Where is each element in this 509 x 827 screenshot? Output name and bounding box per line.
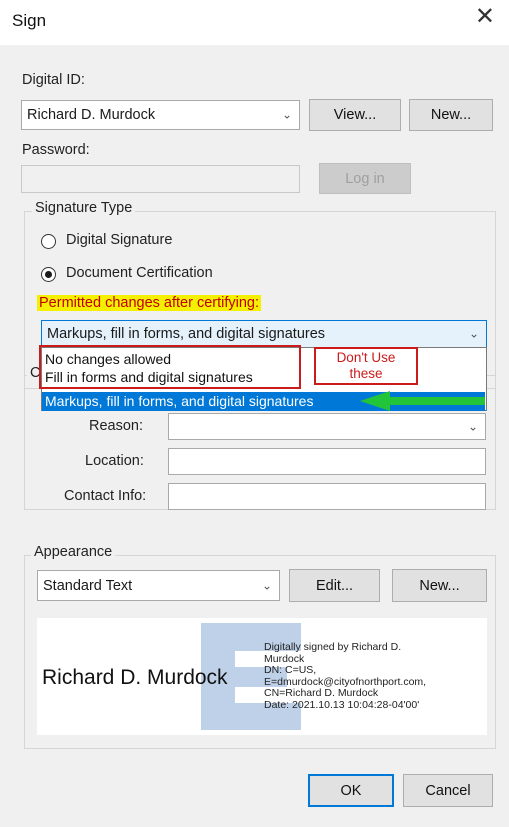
digital-id-selected: Richard D. Murdock <box>27 107 156 123</box>
document-certification-radio[interactable] <box>41 267 56 282</box>
new-appearance-button[interactable]: New... <box>392 569 487 602</box>
password-input[interactable] <box>21 165 300 193</box>
close-icon[interactable]: ✕ <box>475 5 495 29</box>
contact-info-label: Contact Info: <box>64 488 147 504</box>
login-button[interactable]: Log in <box>319 163 411 194</box>
permitted-changes-select[interactable]: Markups, fill in forms, and digital sign… <box>41 320 487 348</box>
annotation-dont-use: Don't Use these <box>314 347 418 385</box>
view-button[interactable]: View... <box>309 99 401 131</box>
new-digital-id-button[interactable]: New... <box>409 99 493 131</box>
digital-id-select[interactable]: Richard D. Murdock ⌄ <box>21 100 300 130</box>
window-title: Sign <box>12 11 47 30</box>
chevron-down-icon: ⌄ <box>261 577 272 592</box>
chevron-down-icon: ⌄ <box>467 418 478 433</box>
signature-details: Digitally signed by Richard D. Murdock D… <box>264 641 427 711</box>
digital-signature-label[interactable]: Digital Signature <box>66 232 172 248</box>
chevron-down-icon: ⌄ <box>281 107 292 122</box>
appearance-selected: Standard Text <box>43 577 133 594</box>
cancel-button[interactable]: Cancel <box>403 774 493 807</box>
reason-select[interactable]: ⌄ <box>168 413 486 440</box>
sign-dialog: Digital ID: Richard D. Murdock ⌄ View...… <box>0 45 509 827</box>
signature-name: Richard D. Murdock <box>42 666 228 689</box>
location-input[interactable] <box>168 448 486 475</box>
permitted-changes-label: Permitted changes after certifying: <box>37 295 262 311</box>
ok-button[interactable]: OK <box>308 774 394 807</box>
contact-info-input[interactable] <box>168 483 486 510</box>
permitted-changes-selected: Markups, fill in forms, and digital sign… <box>47 326 326 342</box>
edit-appearance-button[interactable]: Edit... <box>289 569 380 602</box>
password-label: Password: <box>22 142 90 158</box>
signature-type-legend: Signature Type <box>32 200 136 216</box>
appearance-legend: Appearance <box>31 544 116 560</box>
green-arrow-icon <box>360 391 485 411</box>
location-label: Location: <box>85 453 144 469</box>
signature-preview: Richard D. Murdock Digitally signed by R… <box>37 618 487 735</box>
digital-signature-radio[interactable] <box>41 234 56 249</box>
document-certification-label[interactable]: Document Certification <box>66 265 213 281</box>
annotation-red-box <box>39 345 301 389</box>
digital-id-label: Digital ID: <box>22 72 85 88</box>
appearance-select[interactable]: Standard Text ⌄ <box>37 570 280 601</box>
chevron-down-icon: ⌄ <box>468 326 479 341</box>
reason-label: Reason: <box>89 418 144 434</box>
